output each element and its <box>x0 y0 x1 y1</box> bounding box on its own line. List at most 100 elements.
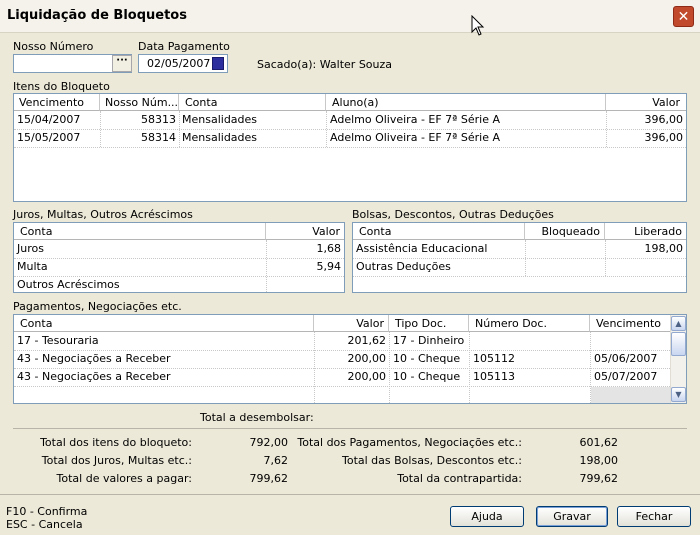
juros-grid[interactable]: Conta Valor Juros 1,68 Multa 5,94 Outros… <box>13 222 345 293</box>
row-divider <box>14 276 344 277</box>
row-divider <box>14 147 686 148</box>
table-row[interactable]: 396,00 <box>606 111 686 129</box>
table-row[interactable]: 10 - Cheque <box>390 368 469 386</box>
table-row[interactable]: 10 - Cheque <box>390 350 469 368</box>
table-row[interactable]: 58314 <box>100 129 179 147</box>
sacado-label: Sacado(a): Walter Souza <box>257 58 393 71</box>
row-divider <box>14 368 670 369</box>
table-row[interactable]: 200,00 <box>314 350 389 368</box>
total-juros-label: Total dos Juros, Multas etc.: <box>41 454 192 467</box>
nosso-numero-lookup-button[interactable]: ··· <box>112 55 132 72</box>
calendar-icon[interactable] <box>212 57 224 70</box>
column-divider <box>469 332 470 403</box>
pagamentos-header-numero-doc[interactable]: Número Doc. <box>469 315 590 332</box>
total-contrapartida-value: 799,62 <box>579 472 619 485</box>
mouse-cursor-icon <box>471 15 485 36</box>
column-divider <box>179 111 180 147</box>
footer-divider <box>0 494 700 495</box>
nosso-numero-label: Nosso Número <box>13 40 94 53</box>
table-row[interactable]: Mensalidades <box>179 129 326 147</box>
bolsas-grid[interactable]: Conta Bloqueado Liberado Assistência Edu… <box>352 222 687 293</box>
table-row[interactable]: 17 - Tesouraria <box>14 332 314 350</box>
total-desembolsar-label: Total a desembolsar: <box>200 411 314 424</box>
fechar-button[interactable]: Fechar <box>617 506 691 527</box>
row-divider <box>14 350 670 351</box>
column-divider <box>100 111 101 147</box>
table-row[interactable]: 43 - Negociações a Receber <box>14 368 314 386</box>
table-row[interactable]: 15/05/2007 <box>14 129 100 147</box>
itens-grid[interactable]: Vencimento Nosso Núm... Conta Aluno(a) V… <box>13 93 687 202</box>
data-pagamento-value: 02/05/2007 <box>147 57 211 70</box>
juros-section-title: Juros, Multas, Outros Acréscimos <box>13 208 193 221</box>
vertical-scrollbar[interactable]: ▲ ▼ <box>670 315 686 403</box>
new-row-cell[interactable] <box>591 387 670 403</box>
table-row[interactable]: Assistência Educacional <box>353 240 525 258</box>
juros-header-valor[interactable]: Valor <box>266 223 344 240</box>
pagamentos-header-conta[interactable]: Conta <box>14 315 314 332</box>
itens-header-valor[interactable]: Valor <box>606 94 686 111</box>
table-row[interactable]: Outras Deduções <box>353 258 525 276</box>
column-divider <box>326 111 327 147</box>
column-divider <box>389 332 390 403</box>
table-row[interactable]: Juros <box>14 240 266 258</box>
itens-header-conta[interactable]: Conta <box>179 94 326 111</box>
table-row[interactable]: Adelmo Oliveira - EF 7ª Série A <box>327 129 606 147</box>
column-divider <box>266 240 267 292</box>
totals-divider <box>13 428 687 429</box>
gravar-button[interactable]: Gravar <box>536 506 608 527</box>
total-bolsas-value: 198,00 <box>579 454 619 467</box>
table-row[interactable]: Outros Acréscimos <box>14 276 266 292</box>
table-row[interactable]: 198,00 <box>605 240 686 258</box>
table-row[interactable]: 05/06/2007 <box>591 350 670 368</box>
column-divider <box>606 111 607 147</box>
bolsas-header-liberado[interactable]: Liberado <box>605 223 686 240</box>
total-juros-value: 7,62 <box>263 454 289 467</box>
table-row[interactable] <box>266 276 344 292</box>
scroll-up-icon[interactable]: ▲ <box>671 316 686 331</box>
total-pagar-value: 799,62 <box>249 472 289 485</box>
table-row[interactable] <box>470 332 590 350</box>
window-title: Liquidação de Bloquetos <box>7 8 187 23</box>
table-row[interactable]: 200,00 <box>314 368 389 386</box>
table-row[interactable] <box>605 258 686 276</box>
itens-header-aluno[interactable]: Aluno(a) <box>326 94 606 111</box>
table-row[interactable]: Multa <box>14 258 266 276</box>
close-button[interactable]: ✕ <box>673 6 694 27</box>
shortcut-hint-cancel: ESC - Cancela <box>6 518 83 531</box>
row-divider <box>353 258 686 259</box>
table-row[interactable]: 43 - Negociações a Receber <box>14 350 314 368</box>
pagamentos-header-tipo-doc[interactable]: Tipo Doc. <box>389 315 469 332</box>
table-row[interactable]: Adelmo Oliveira - EF 7ª Série A <box>327 111 606 129</box>
ajuda-button[interactable]: Ajuda <box>450 506 524 527</box>
juros-header-conta[interactable]: Conta <box>14 223 266 240</box>
pagamentos-header-valor[interactable]: Valor <box>314 315 389 332</box>
total-pagamentos-value: 601,62 <box>579 436 619 449</box>
scroll-thumb[interactable] <box>671 332 686 356</box>
column-divider <box>525 240 526 276</box>
table-row[interactable]: 105112 <box>470 350 590 368</box>
table-row[interactable]: 201,62 <box>314 332 389 350</box>
table-row[interactable]: 58313 <box>100 111 179 129</box>
table-row[interactable]: 5,94 <box>266 258 344 276</box>
bolsas-header-conta[interactable]: Conta <box>353 223 525 240</box>
row-divider <box>14 258 344 259</box>
table-row[interactable] <box>591 332 670 350</box>
pagamentos-section-title: Pagamentos, Negociações etc. <box>13 300 182 313</box>
bolsas-header-bloqueado[interactable]: Bloqueado <box>525 223 605 240</box>
table-row[interactable]: 05/07/2007 <box>591 368 670 386</box>
itens-header-vencimento[interactable]: Vencimento <box>14 94 100 111</box>
table-row[interactable]: 105113 <box>470 368 590 386</box>
table-row[interactable]: 15/04/2007 <box>14 111 100 129</box>
pagamentos-header-vencimento[interactable]: Vencimento <box>590 315 670 332</box>
bolsas-section-title: Bolsas, Descontos, Outras Deduções <box>352 208 554 221</box>
pagamentos-grid[interactable]: Conta Valor Tipo Doc. Número Doc. Vencim… <box>13 314 687 404</box>
table-row[interactable] <box>525 240 605 258</box>
row-divider <box>353 276 686 277</box>
scroll-down-icon[interactable]: ▼ <box>671 387 686 402</box>
table-row[interactable]: 1,68 <box>266 240 344 258</box>
table-row[interactable]: 17 - Dinheiro <box>390 332 469 350</box>
itens-header-nosso-numero[interactable]: Nosso Núm... <box>100 94 179 111</box>
table-row[interactable]: Mensalidades <box>179 111 326 129</box>
table-row[interactable] <box>525 258 605 276</box>
table-row[interactable]: 396,00 <box>606 129 686 147</box>
